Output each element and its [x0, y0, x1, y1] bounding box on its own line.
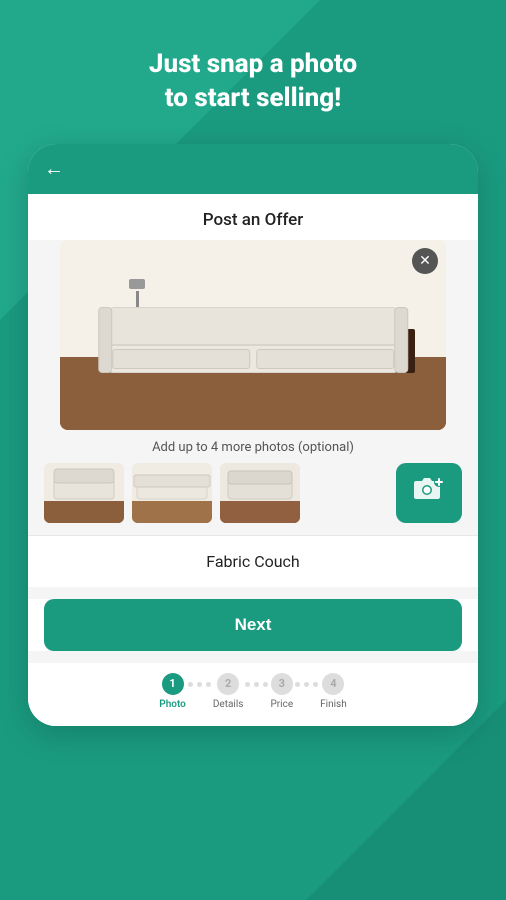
dot9	[313, 682, 318, 687]
add-photo-button[interactable]	[396, 463, 462, 523]
connector-2	[243, 682, 270, 701]
item-name-field[interactable]: Fabric Couch	[28, 535, 478, 587]
dot8	[304, 682, 309, 687]
bg-triangle-bottom	[306, 700, 506, 900]
phone-card: ← Post an Offer	[28, 144, 478, 726]
step-label-4: Finish	[320, 699, 347, 710]
thumbnail-2[interactable]	[132, 463, 212, 523]
camera-plus-icon	[412, 475, 446, 510]
couch-arm-right	[394, 307, 408, 373]
thumbnail-row	[28, 463, 478, 535]
card-body: Post an Offer	[28, 194, 478, 726]
dot4	[245, 682, 250, 687]
step-finish: 4 Finish	[320, 673, 347, 710]
dot7	[295, 682, 300, 687]
step-circle-3: 3	[271, 673, 293, 695]
header-section: Just snap a photo to start selling!	[0, 0, 506, 116]
header-line2: to start selling!	[165, 83, 342, 113]
dot3	[206, 682, 211, 687]
step-details: 2 Details	[213, 673, 244, 710]
couch-arms	[98, 307, 408, 373]
dot2	[197, 682, 202, 687]
step-label-2: Details	[213, 699, 244, 710]
step-circle-1: 1	[162, 673, 184, 695]
dot1	[188, 682, 193, 687]
couch	[108, 307, 398, 373]
step-price: 3 Price	[270, 673, 293, 710]
remove-image-button[interactable]: ✕	[412, 248, 438, 274]
connector-3	[293, 682, 320, 701]
header-title: Just snap a photo to start selling!	[0, 48, 506, 116]
dot6	[263, 682, 268, 687]
header-line1: Just snap a photo	[149, 49, 357, 79]
add-photos-label: Add up to 4 more photos (optional)	[28, 430, 478, 463]
step-circle-4: 4	[322, 673, 344, 695]
next-button[interactable]: Next	[44, 599, 462, 651]
step-circle-2: 2	[217, 673, 239, 695]
main-image	[60, 240, 446, 430]
step-label-3: Price	[270, 699, 293, 710]
thumbnail-3[interactable]	[220, 463, 300, 523]
page-title: Post an Offer	[28, 194, 478, 240]
thumbnail-1[interactable]	[44, 463, 124, 523]
topbar: ←	[28, 144, 478, 194]
back-button[interactable]: ←	[44, 156, 64, 181]
step-photo: 1 Photo	[159, 673, 186, 710]
couch-arm-left	[98, 307, 112, 373]
main-image-container: ✕	[60, 240, 446, 430]
connector-1	[186, 682, 213, 701]
lamp-head	[129, 279, 145, 289]
stepper: 1 Photo 2 Details 3 Price	[28, 663, 478, 726]
dot5	[254, 682, 259, 687]
step-label-1: Photo	[159, 699, 186, 710]
